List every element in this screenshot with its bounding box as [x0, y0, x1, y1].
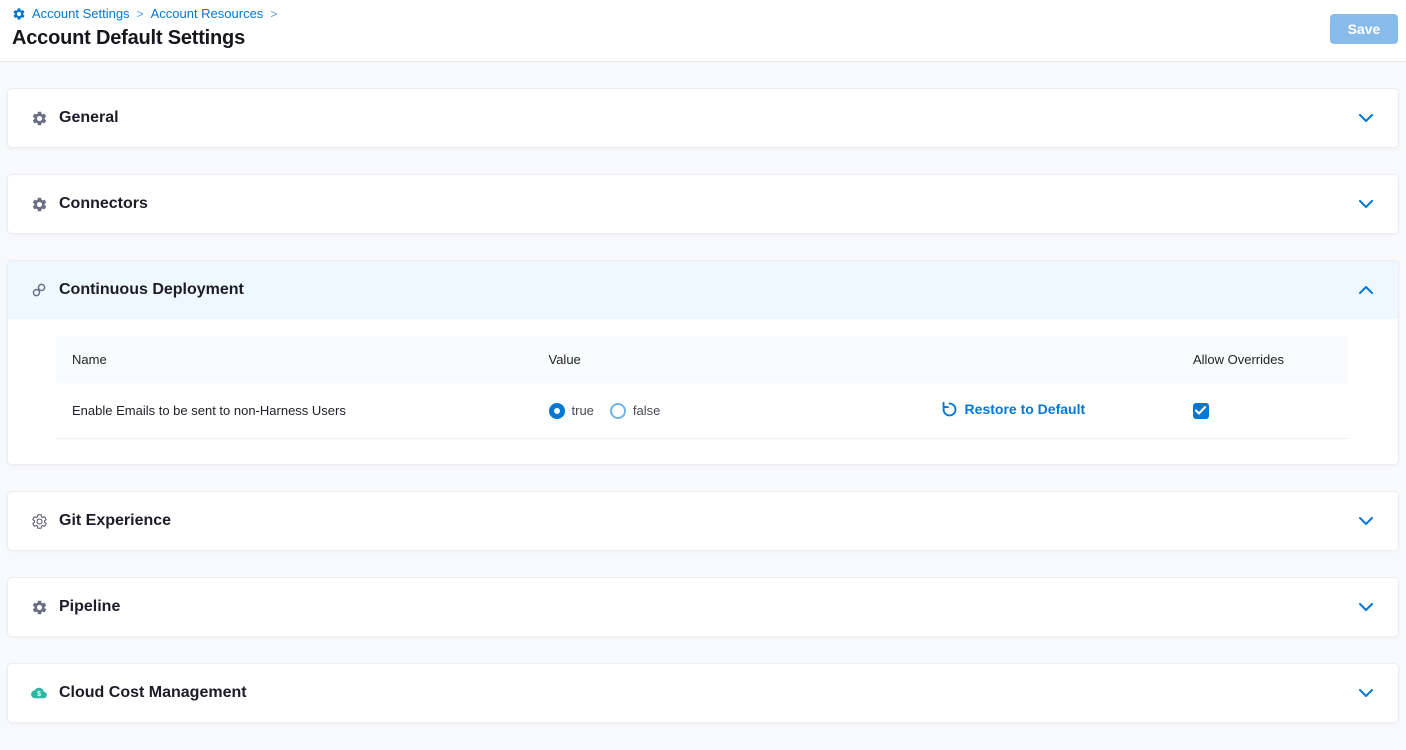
settings-section-list: General Connectors Continuous Deployment — [0, 62, 1406, 723]
continuous-deployment-settings: Name Value Allow Overrides Enable Emails… — [8, 319, 1398, 464]
section-header-cloud-cost-management[interactable]: Cloud Cost Management — [8, 664, 1398, 722]
restore-to-default-label: Restore to Default — [965, 401, 1086, 417]
section-title: Cloud Cost Management — [59, 684, 247, 702]
breadcrumb: Account Settings > Account Resources > — [12, 6, 1406, 21]
section-header-git-experience[interactable]: Git Experience — [8, 492, 1398, 550]
section-header-continuous-deployment[interactable]: Continuous Deployment — [8, 261, 1398, 319]
section-card-general: General — [7, 88, 1399, 148]
radio-option-true[interactable]: true — [549, 403, 594, 419]
page-title: Account Default Settings — [12, 27, 1406, 50]
restore-to-default-link[interactable]: Restore to Default — [941, 401, 1086, 418]
section-title: Pipeline — [59, 598, 120, 616]
column-header-allow-overrides: Allow Overrides — [1193, 352, 1348, 367]
section-card-connectors: Connectors — [7, 174, 1399, 234]
chevron-down-icon[interactable] — [1359, 517, 1373, 525]
section-title: Connectors — [59, 195, 148, 213]
settings-table: Name Value Allow Overrides Enable Emails… — [56, 336, 1348, 439]
section-title: Continuous Deployment — [59, 281, 244, 299]
section-title: General — [59, 109, 119, 127]
section-card-pipeline: Pipeline — [7, 577, 1399, 637]
setting-row-enable-emails: Enable Emails to be sent to non-Harness … — [56, 383, 1348, 439]
chevron-down-icon[interactable] — [1359, 603, 1373, 611]
breadcrumb-account-resources[interactable]: Account Resources — [151, 6, 264, 21]
radio-false-unselected[interactable] — [610, 403, 626, 419]
chevron-down-icon[interactable] — [1359, 114, 1373, 122]
radio-label-true: true — [572, 403, 594, 418]
column-header-value: Value — [541, 352, 935, 367]
section-card-continuous-deployment: Continuous Deployment Name Value Allow O… — [7, 260, 1399, 465]
radio-option-false[interactable]: false — [610, 403, 660, 419]
settings-gear-icon — [12, 7, 26, 21]
breadcrumb-account-settings[interactable]: Account Settings — [32, 6, 130, 21]
radio-true-selected[interactable] — [549, 403, 565, 419]
gear-icon — [30, 110, 48, 127]
allow-overrides-checkbox-checked[interactable] — [1193, 403, 1209, 419]
section-header-general[interactable]: General — [8, 89, 1398, 147]
checkmark-icon — [1195, 406, 1206, 415]
cd-linked-rings-icon — [30, 281, 48, 299]
radio-label-false: false — [633, 403, 660, 418]
chevron-down-icon[interactable] — [1359, 200, 1373, 208]
section-header-pipeline[interactable]: Pipeline — [8, 578, 1398, 636]
gear-icon — [30, 599, 48, 616]
settings-table-header: Name Value Allow Overrides — [56, 336, 1348, 383]
setting-name: Enable Emails to be sent to non-Harness … — [56, 403, 541, 418]
gear-outline-icon — [30, 513, 48, 530]
column-header-name: Name — [56, 352, 541, 367]
breadcrumb-separator: > — [270, 7, 277, 21]
save-button[interactable]: Save — [1330, 14, 1398, 44]
breadcrumb-separator: > — [137, 7, 144, 21]
ccm-cloud-dollar-icon — [30, 685, 48, 701]
top-header: Account Settings > Account Resources > A… — [0, 0, 1406, 62]
section-card-git-experience: Git Experience — [7, 491, 1399, 551]
section-header-connectors[interactable]: Connectors — [8, 175, 1398, 233]
chevron-up-icon[interactable] — [1359, 286, 1373, 294]
gear-icon — [30, 196, 48, 213]
section-card-cloud-cost-management: Cloud Cost Management — [7, 663, 1399, 723]
chevron-down-icon[interactable] — [1359, 689, 1373, 697]
restore-undo-icon — [941, 401, 958, 418]
setting-value-radio-group: true false — [541, 403, 935, 419]
section-title: Git Experience — [59, 512, 171, 530]
